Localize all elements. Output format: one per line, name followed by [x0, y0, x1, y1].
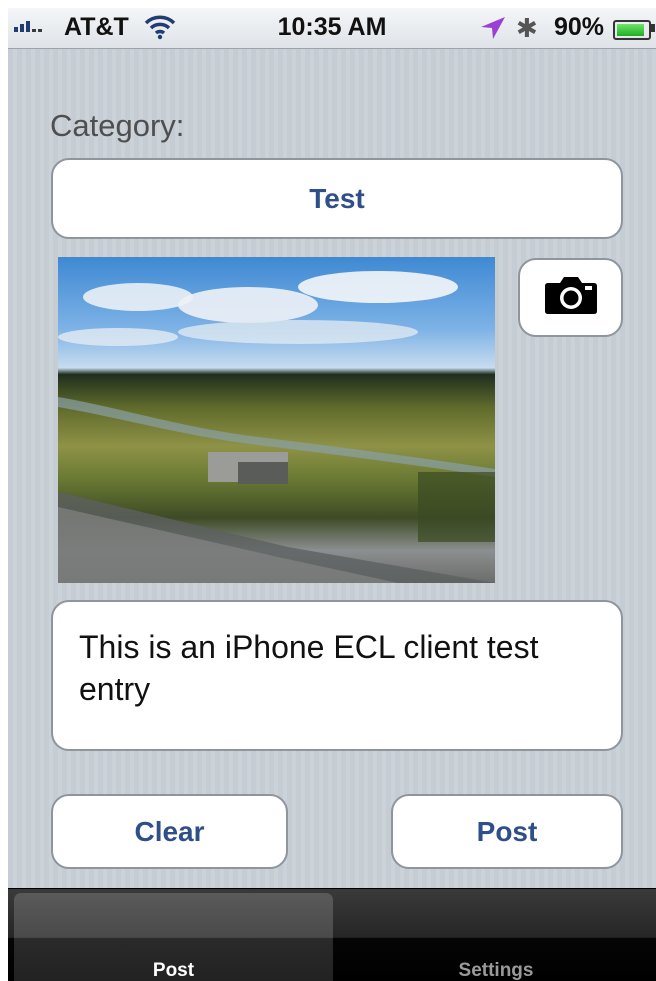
- tab-bar: Post Settings: [8, 888, 656, 981]
- location-arrow-icon: [480, 16, 506, 47]
- tab-settings-label: Settings: [458, 960, 534, 981]
- tab-post[interactable]: Post: [14, 893, 333, 981]
- category-label: Category:: [50, 108, 185, 143]
- bluetooth-icon: ✱: [516, 13, 538, 43]
- attached-photo: [58, 257, 495, 583]
- battery-percentage: 90%: [554, 13, 605, 41]
- camera-button[interactable]: [518, 258, 623, 337]
- post-button[interactable]: Post: [391, 794, 623, 869]
- app-screen: AT&T 10:35 AM ✱ 90% Category: Test This …: [8, 8, 656, 981]
- camera-icon: [544, 275, 598, 320]
- status-bar: AT&T 10:35 AM ✱ 90%: [8, 8, 656, 49]
- battery-icon: [613, 20, 651, 40]
- tab-settings[interactable]: Settings: [336, 893, 656, 981]
- battery-nub: [651, 24, 655, 32]
- clear-button[interactable]: Clear: [51, 794, 288, 869]
- tab-post-label: Post: [152, 960, 195, 981]
- category-selector-button[interactable]: Test: [51, 158, 623, 239]
- entry-text-field[interactable]: This is an iPhone ECL client test entry: [51, 600, 623, 751]
